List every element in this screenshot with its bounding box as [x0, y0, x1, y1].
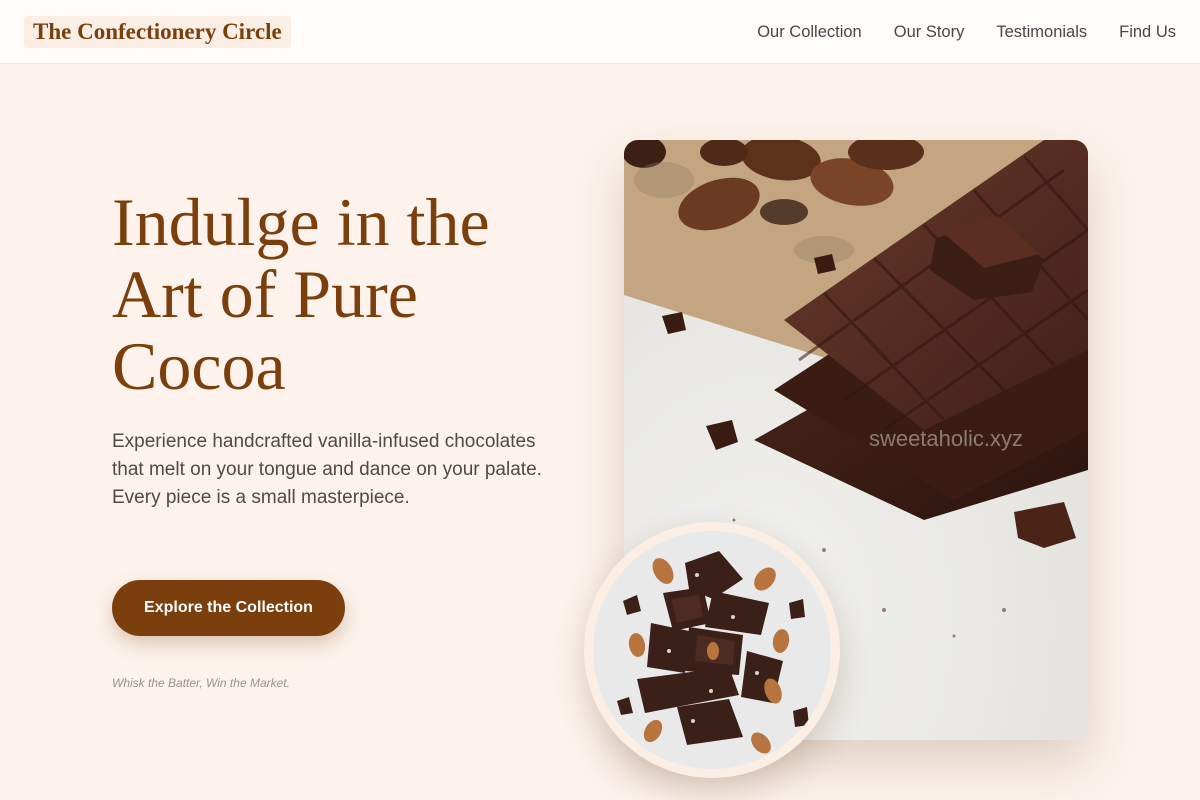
nav-link-our-story[interactable]: Our Story — [894, 23, 965, 42]
site-logo[interactable]: The Confectionery Circle — [24, 16, 291, 48]
nav-link-our-collection[interactable]: Our Collection — [757, 23, 862, 42]
hero-title: Indulge in the Art of Pure Cocoa — [112, 184, 490, 404]
hero-tagline: Whisk the Batter, Win the Market. — [112, 676, 290, 690]
hero-description: Experience handcrafted vanilla-infused c… — [112, 431, 542, 508]
explore-collection-button[interactable]: Explore the Collection — [112, 580, 345, 636]
nav-link-testimonials[interactable]: Testimonials — [996, 23, 1087, 42]
main-nav: Our Collection Our Story Testimonials Fi… — [757, 20, 1176, 44]
site-header: The Confectionery Circle Our Collection … — [0, 0, 1200, 64]
chocolate-almond-inset — [584, 522, 840, 778]
nav-link-find-us[interactable]: Find Us — [1119, 23, 1176, 42]
image-watermark: sweetaholic.xyz — [868, 426, 1024, 451]
chocolate-almond-pieces-photo-icon — [593, 531, 831, 769]
